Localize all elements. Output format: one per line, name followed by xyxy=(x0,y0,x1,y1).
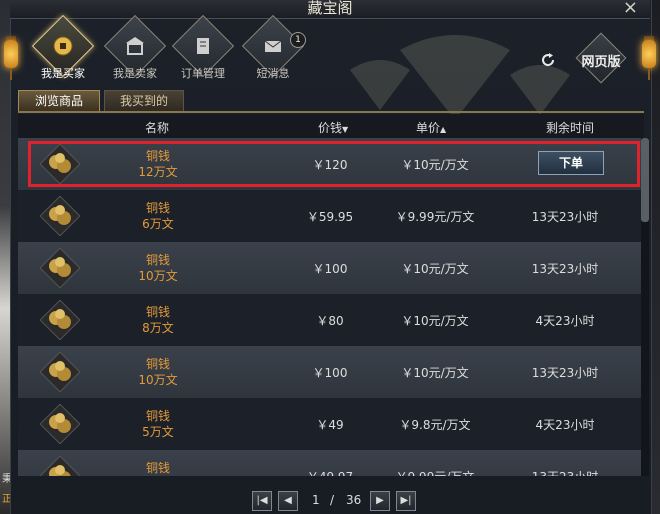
item-name: 铜钱 10万文 xyxy=(138,253,178,283)
table-row[interactable]: 铜钱 10万文 ￥100 ￥10元/万文 13天23小时 xyxy=(18,346,644,399)
lantern-left-icon xyxy=(2,26,20,82)
sort-down-icon: ▼ xyxy=(342,125,349,134)
copper-coin-icon xyxy=(40,248,80,288)
item-unit-price: ￥9.99元/万文 xyxy=(395,210,475,224)
item-price: ￥100 xyxy=(312,366,348,380)
item-name: 铜钱 10万文 xyxy=(138,357,178,387)
web-version-button[interactable]: 网页版 xyxy=(574,32,628,84)
table-row[interactable]: 铜钱 10万文 ￥100 ￥10元/万文 13天23小时 xyxy=(18,242,644,295)
scrollbar[interactable] xyxy=(641,138,649,476)
copper-coin-icon xyxy=(40,300,80,340)
listing-table: 铜钱 12万文 ￥120 ￥10元/万文 下单 铜钱 6万文 ￥59.95 ￥9.9… xyxy=(18,138,644,476)
prev-page-button[interactable]: ◀ xyxy=(278,491,298,511)
item-price: ￥80 xyxy=(316,314,344,328)
item-remaining-time: 4天23小时 xyxy=(535,314,595,328)
first-page-button[interactable]: |◀ xyxy=(252,491,272,511)
page-separator: / xyxy=(330,493,335,507)
copper-coin-icon xyxy=(40,352,80,392)
tab-purchased[interactable]: 我买到的 xyxy=(104,90,184,111)
refresh-icon[interactable] xyxy=(540,52,556,68)
window-title: 藏宝阁 xyxy=(307,0,353,17)
nav-orders[interactable]: 订单管理 xyxy=(170,14,236,81)
close-button[interactable]: × xyxy=(623,0,638,18)
copper-coin-icon xyxy=(40,456,80,476)
next-page-button[interactable]: ▶ xyxy=(370,491,390,511)
ginkgo-decoration xyxy=(350,35,570,120)
item-name: 铜钱 5万文 xyxy=(142,409,174,439)
column-header-name: 名称 xyxy=(145,121,170,135)
copper-coin-icon xyxy=(40,196,80,236)
web-version-label: 网页版 xyxy=(581,55,621,70)
nav-label: 短消息 xyxy=(256,67,290,80)
item-remaining-time: 13天23小时 xyxy=(520,468,610,476)
item-unit-price: ￥9.8元/万文 xyxy=(399,418,471,432)
current-page: 1 xyxy=(312,493,320,507)
column-header-time: 剩余时间 xyxy=(546,121,595,135)
nav-label: 我是卖家 xyxy=(113,67,157,80)
nav-buyer[interactable]: 我是买家 xyxy=(30,14,96,81)
title-bar: 藏宝阁 × xyxy=(10,0,650,19)
item-price: ￥59.95 xyxy=(306,210,354,224)
last-page-button[interactable]: ▶| xyxy=(396,491,416,511)
column-header-price-label: 价钱 xyxy=(318,121,343,135)
table-row[interactable]: 铜钱 5万文 ￥49 ￥9.8元/万文 4天23小时 xyxy=(18,398,644,451)
item-remaining-time: 13天23小时 xyxy=(531,262,599,276)
selected-row-highlight xyxy=(28,141,640,187)
column-header-price[interactable]: 价钱▼ xyxy=(318,119,348,136)
item-unit-price: ￥10元/万文 xyxy=(401,262,469,276)
column-header-unit[interactable]: 单价▲ xyxy=(416,119,446,136)
lantern-right-icon xyxy=(640,26,658,82)
item-unit-price: ￥9.99元/万文 xyxy=(380,468,490,476)
message-count-badge: 1 xyxy=(290,32,306,48)
table-row[interactable]: 铜钱 6万文 ￥59.95 ￥9.99元/万文 13天23小时 xyxy=(18,190,644,243)
item-unit-price: ￥10元/万文 xyxy=(401,366,469,380)
copper-coin-icon xyxy=(40,404,80,444)
table-header: 名称 价钱▼ 单价▲ 剩余时间 xyxy=(18,114,644,138)
table-row[interactable]: 铜钱 ￥49.97 ￥9.99元/万文 13天23小时 xyxy=(18,450,644,476)
item-name: 铜钱 xyxy=(145,461,170,475)
tab-browse[interactable]: 浏览商品 xyxy=(18,90,100,111)
nav-seller[interactable]: 我是卖家 xyxy=(102,14,168,81)
scrollbar-thumb[interactable] xyxy=(641,138,649,222)
tab-divider xyxy=(18,111,644,113)
column-header-unit-label: 单价 xyxy=(416,121,441,135)
nav-label: 我是买家 xyxy=(41,67,85,80)
sort-up-icon: ▲ xyxy=(440,125,447,134)
pagination: |◀ ◀ 1 / 36 ▶ ▶| xyxy=(0,491,660,511)
item-remaining-time: 4天23小时 xyxy=(535,418,595,432)
item-unit-price: ￥10元/万文 xyxy=(401,314,469,328)
nav-label: 订单管理 xyxy=(181,67,225,80)
item-price: ￥100 xyxy=(312,262,348,276)
table-row[interactable]: 铜钱 8万文 ￥80 ￥10元/万文 4天23小时 xyxy=(18,294,644,347)
item-price: ￥49.97 xyxy=(300,468,360,476)
item-name: 铜钱 8万文 xyxy=(142,305,174,335)
item-name: 铜钱 6万文 xyxy=(142,201,174,231)
item-price: ￥49 xyxy=(316,418,344,432)
total-pages: 36 xyxy=(346,493,362,507)
item-remaining-time: 13天23小时 xyxy=(531,366,599,380)
item-remaining-time: 13天23小时 xyxy=(531,210,599,224)
